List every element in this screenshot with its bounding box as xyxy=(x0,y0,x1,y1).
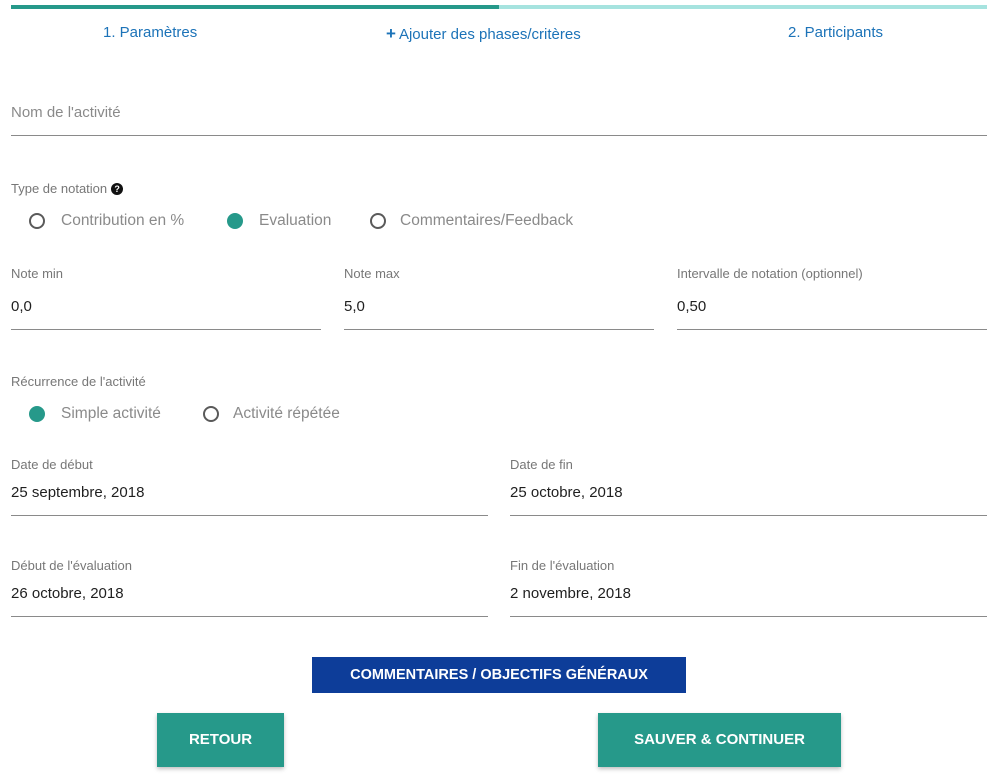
step-parametres[interactable]: 1. Paramètres xyxy=(103,24,197,41)
radio-commentaires[interactable]: Commentaires/Feedback xyxy=(370,212,573,230)
wizard-steps: 1. Paramètres + Ajouter des phases/critèr… xyxy=(0,24,998,46)
radio-simple-label: Simple activité xyxy=(61,405,161,422)
activity-name-input[interactable]: Nom de l'activité xyxy=(11,104,987,136)
radio-circle-icon xyxy=(203,406,219,422)
radio-checked-icon xyxy=(29,406,45,422)
radio-circle-icon xyxy=(29,213,45,229)
interval-value: 0,50 xyxy=(677,298,707,315)
radio-simple-activite[interactable]: Simple activité xyxy=(29,405,161,423)
note-max-input[interactable]: 5,0 xyxy=(344,290,654,330)
add-phases-label: Ajouter des phases/critères xyxy=(398,26,581,43)
comments-objectives-button[interactable]: COMMENTAIRES / OBJECTIFS GÉNÉRAUX xyxy=(312,657,686,693)
recurrence-label: Récurrence de l'activité xyxy=(11,374,146,389)
activity-name-placeholder: Nom de l'activité xyxy=(11,104,121,121)
note-min-input[interactable]: 0,0 xyxy=(11,290,321,330)
radio-activite-repetee[interactable]: Activité répétée xyxy=(203,405,340,423)
eval-start-label: Début de l'évaluation xyxy=(11,558,133,573)
progress-bar xyxy=(11,5,987,9)
note-min-label: Note min xyxy=(11,266,64,281)
progress-bar-fill xyxy=(11,5,499,9)
eval-end-label: Fin de l'évaluation xyxy=(510,558,615,573)
eval-start-input[interactable]: 26 octobre, 2018 xyxy=(11,579,488,617)
help-icon[interactable]: ? xyxy=(111,183,124,195)
end-date-input[interactable]: 25 octobre, 2018 xyxy=(510,478,987,516)
start-date-label: Date de début xyxy=(11,457,93,472)
radio-evaluation-label: Evaluation xyxy=(259,212,332,229)
radio-circle-icon xyxy=(370,213,386,229)
eval-start-value: 26 octobre, 2018 xyxy=(11,585,124,602)
step-participants[interactable]: 2. Participants xyxy=(788,24,883,41)
radio-commentaires-label: Commentaires/Feedback xyxy=(400,212,574,229)
note-min-value: 0,0 xyxy=(11,298,32,315)
start-date-input[interactable]: 25 septembre, 2018 xyxy=(11,478,488,516)
notation-type-text: Type de notation xyxy=(11,181,108,196)
eval-end-value: 2 novembre, 2018 xyxy=(510,585,631,602)
interval-input[interactable]: 0,50 xyxy=(677,290,987,330)
plus-icon: + xyxy=(386,24,396,43)
notation-type-label: Type de notation? xyxy=(11,181,124,196)
radio-contribution-label: Contribution en % xyxy=(61,212,185,229)
interval-label: Intervalle de notation (optionnel) xyxy=(677,266,863,281)
back-button[interactable]: RETOUR xyxy=(157,713,284,767)
radio-contribution[interactable]: Contribution en % xyxy=(29,212,184,230)
save-continue-button[interactable]: SAUVER & CONTINUER xyxy=(598,713,841,767)
note-max-label: Note max xyxy=(344,266,400,281)
start-date-value: 25 septembre, 2018 xyxy=(11,484,145,501)
radio-checked-icon xyxy=(227,213,243,229)
radio-evaluation[interactable]: Evaluation xyxy=(227,212,331,230)
note-max-value: 5,0 xyxy=(344,298,365,315)
eval-end-input[interactable]: 2 novembre, 2018 xyxy=(510,579,987,617)
radio-repetee-label: Activité répétée xyxy=(233,405,340,422)
end-date-value: 25 octobre, 2018 xyxy=(510,484,623,501)
end-date-label: Date de fin xyxy=(510,457,573,472)
add-phases-link[interactable]: + Ajouter des phases/critères xyxy=(386,24,581,44)
